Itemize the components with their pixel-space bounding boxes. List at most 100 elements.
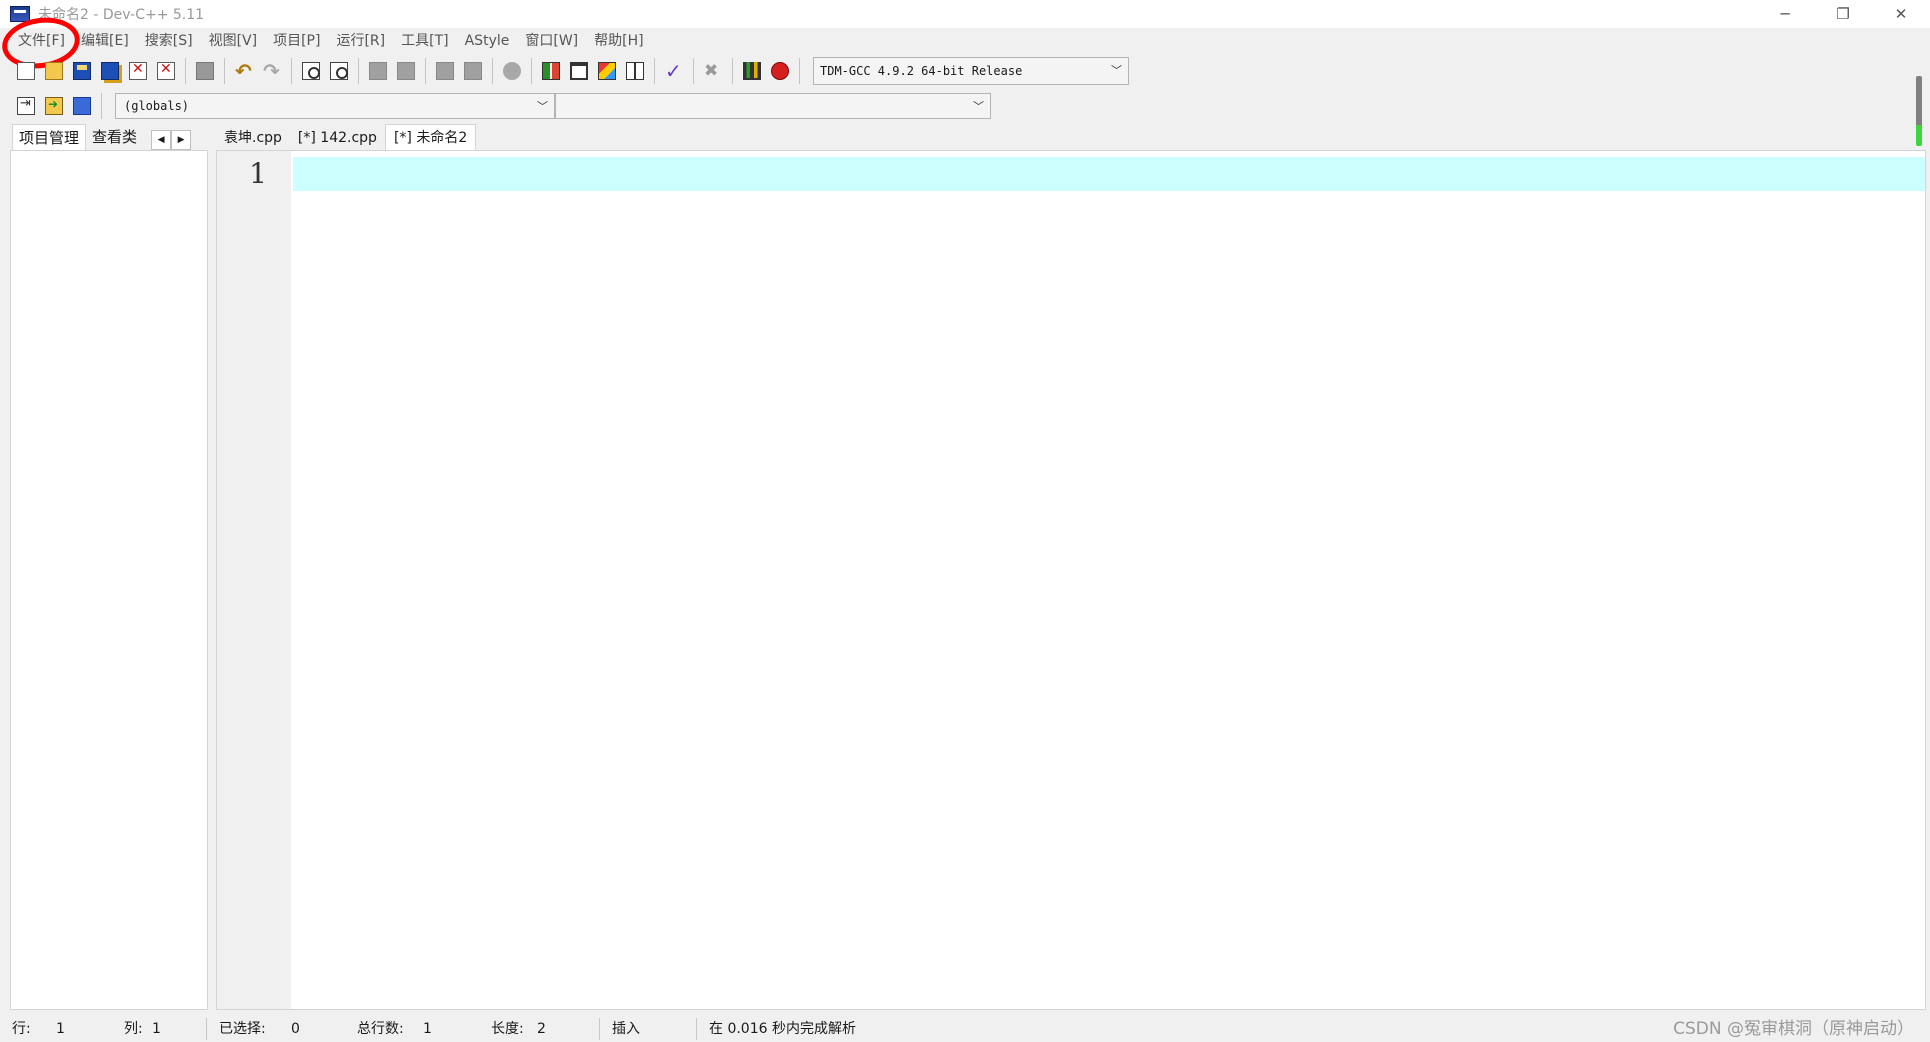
function-dropdown[interactable]: ﹀ [555, 93, 991, 119]
previous-page-button[interactable] [431, 57, 459, 85]
toolbar-separator [693, 58, 694, 84]
scope-dropdown[interactable]: (globals) ﹀ [115, 93, 555, 119]
tab-classes[interactable]: 查看类 [86, 124, 143, 150]
toolbar-separator [101, 93, 102, 119]
indent-button[interactable] [364, 57, 392, 85]
run-button[interactable] [565, 57, 593, 85]
check-icon [665, 62, 683, 80]
tab-scroll-buttons: ◀ ▶ [151, 130, 192, 150]
new-file-icon [17, 62, 35, 80]
status-total-lines-value: 1 [423, 1021, 432, 1037]
menu-tools[interactable]: 工具[T] [393, 28, 456, 54]
editor-tab-file-3[interactable]: [*] 未命名2 [384, 124, 477, 150]
menu-file[interactable]: 文件[F] [10, 28, 73, 54]
toolbar-separator [185, 58, 186, 84]
next-icon [464, 62, 482, 80]
stop-button[interactable] [699, 57, 727, 85]
debug-button[interactable] [766, 57, 794, 85]
close-button[interactable]: ✕ [1872, 0, 1930, 28]
status-row-value: 1 [56, 1021, 65, 1037]
save-all-button[interactable] [96, 57, 124, 85]
goto-button[interactable] [12, 92, 40, 120]
code-editor[interactable]: 1 [216, 150, 1926, 1010]
watermark-text: CSDN @冤审棋洞（原神启动） [1673, 1019, 1914, 1039]
menu-project[interactable]: 项目[P] [265, 28, 328, 54]
insert-button[interactable] [40, 92, 68, 120]
print-button[interactable] [191, 57, 219, 85]
open-file-button[interactable] [40, 57, 68, 85]
profile-button[interactable] [738, 57, 766, 85]
unindent-button[interactable] [392, 57, 420, 85]
status-row-label: 行: [12, 1021, 31, 1037]
status-col-value: 1 [152, 1021, 161, 1037]
find-button[interactable] [297, 57, 325, 85]
status-selected-label: 已选择: [219, 1021, 266, 1037]
editor-tab-file-2[interactable]: [*] 142.cpp [290, 126, 385, 150]
replace-button[interactable] [325, 57, 353, 85]
main-toolbar: TDM-GCC 4.9.2 64-bit Release ﹀ [12, 54, 1182, 88]
toggle-button[interactable] [498, 57, 526, 85]
editor-tab-file-1[interactable]: 袁坤.cpp [216, 126, 290, 150]
scope-value: (globals) [124, 99, 190, 113]
syntax-check-button[interactable] [660, 57, 688, 85]
project-panel[interactable] [10, 150, 208, 1010]
open-folder-icon [45, 62, 63, 80]
title-bar: 未命名2 - Dev-C++ 5.11 ─ ❐ ✕ [0, 0, 1930, 28]
status-length-label: 长度: [491, 1021, 524, 1037]
status-bar: 行: 1 列: 1 已选择: 0 总行数: 1 长度: 2 插入 在 0.016… [0, 1016, 1930, 1042]
minimize-button[interactable]: ─ [1756, 0, 1814, 28]
status-selected-value: 0 [291, 1021, 300, 1037]
compiler-value: TDM-GCC 4.9.2 64-bit Release [820, 64, 1023, 78]
toolbar-separator [425, 58, 426, 84]
menu-search[interactable]: 搜索[S] [137, 28, 201, 54]
undo-button[interactable] [230, 57, 258, 85]
save-button[interactable] [68, 57, 96, 85]
class-toolbar: (globals) ﹀ ﹀ [12, 90, 1112, 122]
status-total-lines-label: 总行数: [357, 1021, 404, 1037]
menu-view[interactable]: 视图[V] [201, 28, 266, 54]
bug-icon [771, 62, 789, 80]
close-all-button[interactable] [152, 57, 180, 85]
toolbar-separator [358, 58, 359, 84]
tab-scroll-right-icon[interactable]: ▶ [171, 130, 192, 150]
rebuild-all-button[interactable] [621, 57, 649, 85]
menu-astyle[interactable]: AStyle [457, 28, 518, 54]
restore-button[interactable]: ❐ [1814, 0, 1872, 28]
menu-run[interactable]: 运行[R] [328, 28, 393, 54]
unindent-icon [397, 62, 415, 80]
line-number-gutter: 1 [217, 151, 291, 1009]
current-line-highlight[interactable] [293, 157, 1925, 191]
compile-button[interactable] [537, 57, 565, 85]
rebuild-all-icon [626, 62, 644, 80]
close-all-icon [157, 61, 175, 80]
bar-chart-icon [743, 62, 761, 80]
undo-icon [235, 62, 253, 80]
tab-project[interactable]: 项目管理 [12, 124, 87, 150]
bookmark-button[interactable] [68, 92, 96, 120]
scroll-indicator [1916, 76, 1922, 146]
previous-icon [436, 62, 454, 80]
print-icon [196, 62, 214, 80]
left-panel-tabs: 项目管理 查看类 ◀ ▶ [12, 124, 212, 150]
close-file-button[interactable] [124, 57, 152, 85]
toolbar-separator [732, 58, 733, 84]
new-file-button[interactable] [12, 57, 40, 85]
compile-run-button[interactable] [593, 57, 621, 85]
editor-tabs: 袁坤.cpp [*] 142.cpp [*] 未命名2 [216, 124, 477, 150]
menu-bar: 文件[F] 编辑[E] 搜索[S] 视图[V] 项目[P] 运行[R] 工具[T… [0, 28, 1930, 54]
menu-edit[interactable]: 编辑[E] [73, 28, 137, 54]
chevron-down-icon: ﹀ [973, 100, 984, 113]
toolbar-separator [224, 58, 225, 84]
bookmark-icon [73, 97, 91, 115]
menu-window[interactable]: 窗口[W] [517, 28, 586, 54]
status-parse-message: 在 0.016 秒内完成解析 [709, 1021, 856, 1037]
toolbar-separator [654, 58, 655, 84]
menu-help[interactable]: 帮助[H] [586, 28, 651, 54]
tab-scroll-left-icon[interactable]: ◀ [151, 130, 172, 150]
compile-icon [542, 62, 560, 80]
indent-icon [369, 62, 387, 80]
compiler-dropdown[interactable]: TDM-GCC 4.9.2 64-bit Release ﹀ [813, 57, 1129, 85]
next-page-button[interactable] [459, 57, 487, 85]
redo-button[interactable] [258, 57, 286, 85]
toolbar-separator [492, 58, 493, 84]
